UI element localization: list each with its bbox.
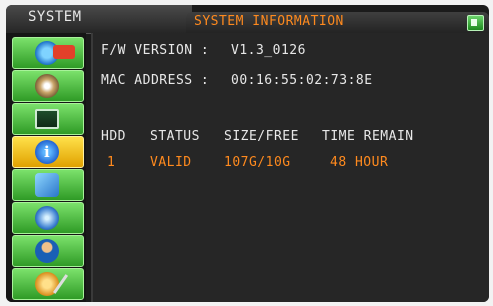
time-remain-header: TIME REMAIN [322, 129, 414, 144]
sidebar-item-user[interactable] [12, 235, 84, 267]
monitor-icon [35, 109, 59, 129]
globe-icon [35, 206, 59, 230]
sidebar-item-disk[interactable] [12, 70, 84, 102]
network-icon [35, 173, 59, 197]
sidebar: i [6, 33, 86, 302]
tab-system[interactable]: SYSTEM [6, 5, 192, 34]
hdd-time-remain: 48 HOUR [330, 155, 389, 170]
status-header: STATUS [150, 129, 200, 144]
hdd-status: VALID [150, 155, 192, 170]
tab-system-information-label: SYSTEM INFORMATION [194, 14, 344, 29]
fw-version-value: V1.3_0126 [231, 43, 306, 58]
sidebar-item-info[interactable]: i [12, 136, 84, 168]
tab-system-information[interactable]: SYSTEM INFORMATION [186, 12, 489, 33]
dvr-screen: SYSTEM SYSTEM INFORMATION i F/W VERSION … [6, 5, 489, 302]
mac-address-label: MAC ADDRESS : [101, 73, 210, 88]
system-info-panel: F/W VERSION : V1.3_0126 MAC ADDRESS : 00… [91, 33, 489, 302]
record-badge-icon [53, 45, 75, 59]
fw-version-label: F/W VERSION : [101, 43, 210, 58]
disk-icon [35, 74, 59, 98]
hdd-header: HDD [101, 129, 126, 144]
sidebar-item-display[interactable] [12, 103, 84, 135]
sidebar-item-tools[interactable] [12, 268, 84, 300]
size-free-header: SIZE/FREE [224, 129, 299, 144]
sidebar-item-network[interactable] [12, 169, 84, 201]
hdd-number: 1 [107, 155, 116, 170]
sidebar-item-record[interactable] [12, 37, 84, 69]
tab-system-label: SYSTEM [28, 9, 82, 25]
info-glyph-icon: i [44, 143, 50, 161]
sidebar-item-globe[interactable] [12, 202, 84, 234]
exit-icon[interactable] [467, 15, 484, 31]
hdd-size-free: 107G/10G [224, 155, 291, 170]
mac-address-value: 00:16:55:02:73:8E [231, 73, 373, 88]
user-icon [35, 239, 59, 263]
